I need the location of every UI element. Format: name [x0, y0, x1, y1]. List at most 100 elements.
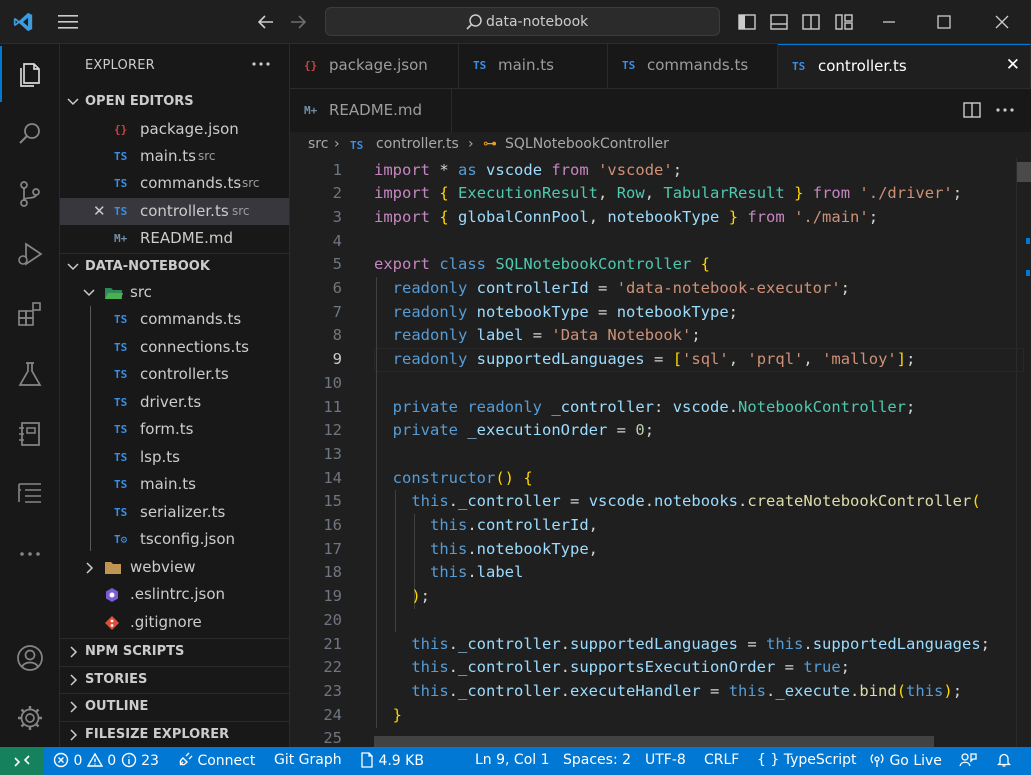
breadcrumb-folder[interactable]: src: [308, 136, 328, 152]
activity-explorer[interactable]: [0, 46, 60, 102]
breadcrumb-symbol[interactable]: SQLNotebookController: [505, 136, 669, 152]
activity-source-control[interactable]: [0, 166, 60, 222]
notebook-icon: [19, 422, 40, 446]
menu-icon[interactable]: [58, 14, 78, 30]
activity-more[interactable]: [0, 526, 60, 582]
breadcrumb-file[interactable]: controller.ts: [376, 136, 459, 152]
language-label: TypeScript: [783, 752, 857, 768]
file-desc: src: [232, 204, 250, 218]
problems-indicator[interactable]: 0 0 23: [53, 752, 159, 769]
file-item[interactable]: TS main.ts: [60, 471, 289, 498]
open-editor-item[interactable]: M+ README.md: [60, 225, 289, 252]
activity-testing[interactable]: [0, 346, 60, 402]
folder-open-icon: [105, 288, 123, 299]
file-name: driver.ts: [140, 393, 202, 411]
notifications[interactable]: [996, 752, 1012, 769]
tab-controller-ts[interactable]: TS controller.ts ✕: [778, 44, 1031, 88]
connect-button[interactable]: Connect: [177, 752, 255, 769]
open-editor-item[interactable]: {} package.json: [60, 116, 289, 143]
line-number: 20: [323, 610, 342, 629]
tab-main-ts[interactable]: TS main.ts: [459, 44, 608, 88]
file-name: package.json: [140, 120, 239, 138]
section-label: FILESIZE EXPLORER: [85, 727, 230, 742]
git-icon: [105, 616, 119, 630]
file-item[interactable]: T⚙ tsconfig.json: [60, 526, 289, 553]
file-item[interactable]: TS driver.ts: [60, 389, 289, 416]
tsconfig-file-icon: T⚙: [114, 533, 128, 546]
file-item[interactable]: .gitignore: [60, 609, 289, 636]
customize-layout-icon[interactable]: [834, 12, 854, 32]
accounts-status[interactable]: [959, 752, 977, 769]
activity-search[interactable]: [0, 106, 60, 162]
open-editor-item[interactable]: ✕ TS controller.ts src: [60, 198, 289, 225]
tab-readme-md[interactable]: M+ README.md: [290, 89, 452, 132]
file-size-indicator[interactable]: 4.9 KB: [360, 752, 424, 769]
arrow-left-icon[interactable]: [256, 12, 276, 32]
folder-src[interactable]: src: [60, 279, 289, 306]
vertical-scrollbar[interactable]: [1016, 158, 1031, 747]
json-file-icon: {}: [114, 123, 128, 136]
remote-indicator[interactable]: [0, 747, 44, 775]
line-number: 15: [323, 492, 342, 511]
file-item[interactable]: TS form.ts: [60, 416, 289, 443]
section-label: OUTLINE: [85, 699, 149, 714]
outline-header[interactable]: OUTLINE: [60, 693, 289, 719]
connect-label: Connect: [197, 753, 256, 769]
code-line: readonly label = 'Data Notebook';: [392, 326, 701, 345]
folder-webview[interactable]: webview: [60, 554, 289, 581]
toggle-secondary-sidebar-icon[interactable]: [801, 12, 821, 32]
open-editors-header[interactable]: OPEN EDITORS: [60, 89, 289, 115]
file-name: .gitignore: [130, 613, 202, 631]
file-name: form.ts: [140, 420, 194, 438]
open-editor-item[interactable]: TS main.ts src: [60, 143, 289, 170]
code-editor[interactable]: 1 2 3 4 5 6 7 8 9 10 11 12 13 14 15 16 17 18 19 20 21 22 23 24 2…: [290, 158, 1031, 747]
filesize-explorer-header[interactable]: FILESIZE EXPLORER: [60, 721, 289, 747]
close-icon[interactable]: ✕: [93, 202, 106, 220]
arrow-right-icon[interactable]: [288, 12, 308, 32]
project-header[interactable]: DATA-NOTEBOOK: [60, 253, 289, 279]
tab-commands-ts[interactable]: TS commands.ts: [608, 44, 778, 88]
close-window-icon[interactable]: [990, 10, 1014, 34]
close-icon[interactable]: ✕: [1006, 55, 1020, 75]
file-item[interactable]: .eslintrc.json: [60, 581, 289, 608]
maximize-icon[interactable]: [932, 10, 956, 34]
scrollbar-thumb[interactable]: [1017, 162, 1031, 182]
file-name: commands.ts: [140, 310, 242, 328]
minimize-icon[interactable]: [877, 10, 901, 34]
activity-extensions[interactable]: [0, 286, 60, 342]
encoding[interactable]: UTF-8: [645, 752, 686, 768]
tab-package-json[interactable]: {} package.json: [290, 44, 459, 88]
open-editor-item[interactable]: TS commands.ts src: [60, 170, 289, 197]
vscode-logo-icon: [13, 12, 33, 32]
language-mode[interactable]: { } TypeScript: [757, 752, 856, 768]
typescript-file-icon: TS: [114, 451, 128, 464]
horizontal-scrollbar[interactable]: [374, 736, 934, 747]
toggle-panel-icon[interactable]: [769, 12, 789, 32]
file-item[interactable]: TS serializer.ts: [60, 499, 289, 526]
more-actions-icon[interactable]: [994, 99, 1016, 121]
toggle-primary-sidebar-icon[interactable]: [737, 12, 757, 32]
stories-header[interactable]: STORIES: [60, 666, 289, 692]
activity-notebook[interactable]: [0, 406, 60, 462]
end-of-line[interactable]: CRLF: [704, 752, 739, 768]
split-editor-icon[interactable]: [961, 99, 983, 121]
line-number: 24: [323, 705, 342, 724]
line-number: 10: [323, 373, 342, 392]
command-center-search[interactable]: data-notebook: [325, 7, 720, 36]
cursor-position[interactable]: Ln 9, Col 1: [475, 752, 550, 768]
activity-run-debug[interactable]: [0, 226, 60, 282]
indentation[interactable]: Spaces: 2: [563, 752, 631, 768]
activity-accounts[interactable]: [0, 630, 60, 686]
file-item[interactable]: TS commands.ts: [60, 306, 289, 333]
go-live-button[interactable]: Go Live: [869, 752, 942, 769]
activity-filesize[interactable]: [0, 466, 60, 522]
line-number: 17: [323, 539, 342, 558]
activity-manage[interactable]: [0, 690, 60, 746]
npm-scripts-header[interactable]: NPM SCRIPTS: [60, 638, 289, 664]
more-actions-icon[interactable]: [250, 54, 272, 74]
file-item[interactable]: TS connections.ts: [60, 334, 289, 361]
file-item[interactable]: TS controller.ts: [60, 361, 289, 388]
typescript-file-icon: TS: [114, 313, 128, 326]
file-item[interactable]: TS lsp.ts: [60, 444, 289, 471]
git-graph-button[interactable]: Git Graph: [274, 752, 342, 768]
